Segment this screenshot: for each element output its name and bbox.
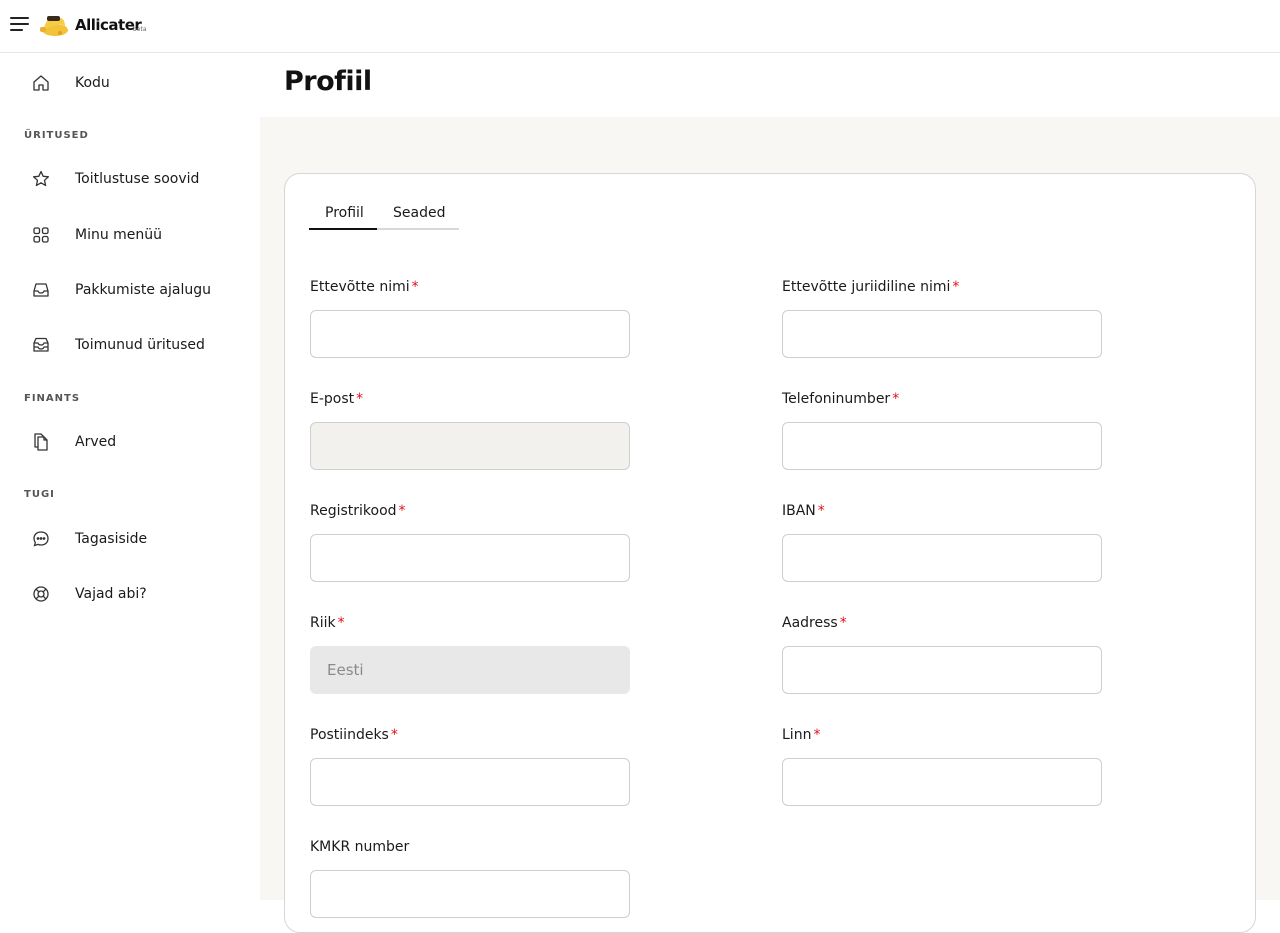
iban-field: IBAN *: [782, 503, 1102, 582]
vat-number-label: KMKR number: [310, 839, 410, 855]
legal-name-label: Ettevõtte juriidiline nimi *: [782, 279, 960, 295]
top-bar: Allicater beta: [0, 0, 1280, 53]
postal-code-label: Postiindeks *: [310, 727, 398, 743]
sidebar-item-label: Vajad abi?: [75, 586, 147, 602]
company-name-field: Ettevõtte nimi *: [310, 279, 630, 358]
section-title-finance: FINANTS: [24, 393, 81, 404]
phone-input[interactable]: [782, 422, 1102, 470]
sidebar-item-offer-history[interactable]: Pakkumiste ajalugu: [0, 269, 260, 313]
tab-bar: Profiil Seaded: [309, 200, 459, 230]
sidebar-item-label: Pakkumiste ajalugu: [75, 282, 211, 298]
content-background: Profiil Seaded Ettevõtte nimi * Ettevõtte…: [260, 117, 1280, 933]
lifebuoy-icon: [33, 586, 49, 602]
sidebar-item-my-menu[interactable]: Minu menüü: [0, 214, 260, 258]
chat-bubble-icon: [33, 531, 49, 547]
country-field: Riik *: [310, 615, 630, 694]
sidebar-item-catering-requests[interactable]: Toitlustuse soovid: [0, 158, 260, 202]
section-title-support: TUGI: [24, 489, 55, 500]
reg-code-label: Registrikood *: [310, 503, 406, 519]
address-field: Aadress *: [782, 615, 1102, 694]
hamburger-menu-icon[interactable]: [10, 15, 30, 33]
iban-label: IBAN *: [782, 503, 825, 519]
sidebar-item-home[interactable]: Kodu: [0, 62, 260, 106]
inbox-icon: [33, 283, 49, 297]
home-icon: [33, 75, 49, 91]
company-name-label: Ettevõtte nimi *: [310, 279, 419, 295]
active-tab-indicator: [309, 228, 377, 230]
page-title: Profiil: [284, 66, 372, 97]
reg-code-field: Registrikood *: [310, 503, 630, 582]
email-input: [310, 422, 630, 470]
email-field: E-post *: [310, 391, 630, 470]
grid-icon: [33, 227, 49, 243]
sidebar-item-invoices[interactable]: Arved: [0, 421, 260, 465]
sidebar-item-label: Toimunud üritused: [75, 337, 205, 353]
beta-badge: beta: [133, 26, 147, 33]
brand-name[interactable]: Allicater: [75, 16, 142, 34]
profile-card: Profiil Seaded Ettevõtte nimi * Ettevõtte…: [284, 173, 1256, 933]
phone-field: Telefoninumber *: [782, 391, 1102, 470]
tab-profile[interactable]: Profiil: [325, 205, 364, 221]
country-label: Riik *: [310, 615, 345, 631]
legal-name-field: Ettevõtte juriidiline nimi *: [782, 279, 1102, 358]
reg-code-input[interactable]: [310, 534, 630, 582]
sidebar-item-label: Toitlustuse soovid: [75, 171, 200, 187]
sidebar: Kodu ÜRITUSED Toitlustuse soovid Minu me…: [0, 54, 260, 900]
email-label: E-post *: [310, 391, 364, 407]
archive-icon: [33, 337, 49, 352]
address-label: Aadress *: [782, 615, 847, 631]
city-label: Linn *: [782, 727, 821, 743]
address-input[interactable]: [782, 646, 1102, 694]
legal-name-input[interactable]: [782, 310, 1102, 358]
vat-number-field: KMKR number: [310, 839, 630, 918]
iban-input[interactable]: [782, 534, 1102, 582]
city-field: Linn *: [782, 727, 1102, 806]
documents-icon: [34, 433, 48, 451]
main-content: Profiil Profiil Seaded Ettevõtte nimi * E…: [260, 54, 1280, 933]
phone-label: Telefoninumber *: [782, 391, 900, 407]
tab-settings[interactable]: Seaded: [393, 205, 445, 221]
vat-number-input[interactable]: [310, 870, 630, 918]
country-input: [310, 646, 630, 694]
allicater-logo-icon[interactable]: [38, 11, 70, 39]
sidebar-item-label: Minu menüü: [75, 227, 163, 243]
section-title-events: ÜRITUSED: [24, 130, 89, 141]
sidebar-item-label: Tagasiside: [75, 531, 148, 547]
city-input[interactable]: [782, 758, 1102, 806]
sidebar-item-past-events[interactable]: Toimunud üritused: [0, 324, 260, 368]
postal-code-input[interactable]: [310, 758, 630, 806]
sidebar-item-label: Kodu: [75, 75, 110, 91]
company-name-input[interactable]: [310, 310, 630, 358]
sidebar-item-help[interactable]: Vajad abi?: [0, 573, 260, 617]
sidebar-item-label: Arved: [75, 434, 117, 450]
star-icon: [32, 170, 50, 187]
sidebar-item-feedback[interactable]: Tagasiside: [0, 518, 260, 562]
postal-code-field: Postiindeks *: [310, 727, 630, 806]
